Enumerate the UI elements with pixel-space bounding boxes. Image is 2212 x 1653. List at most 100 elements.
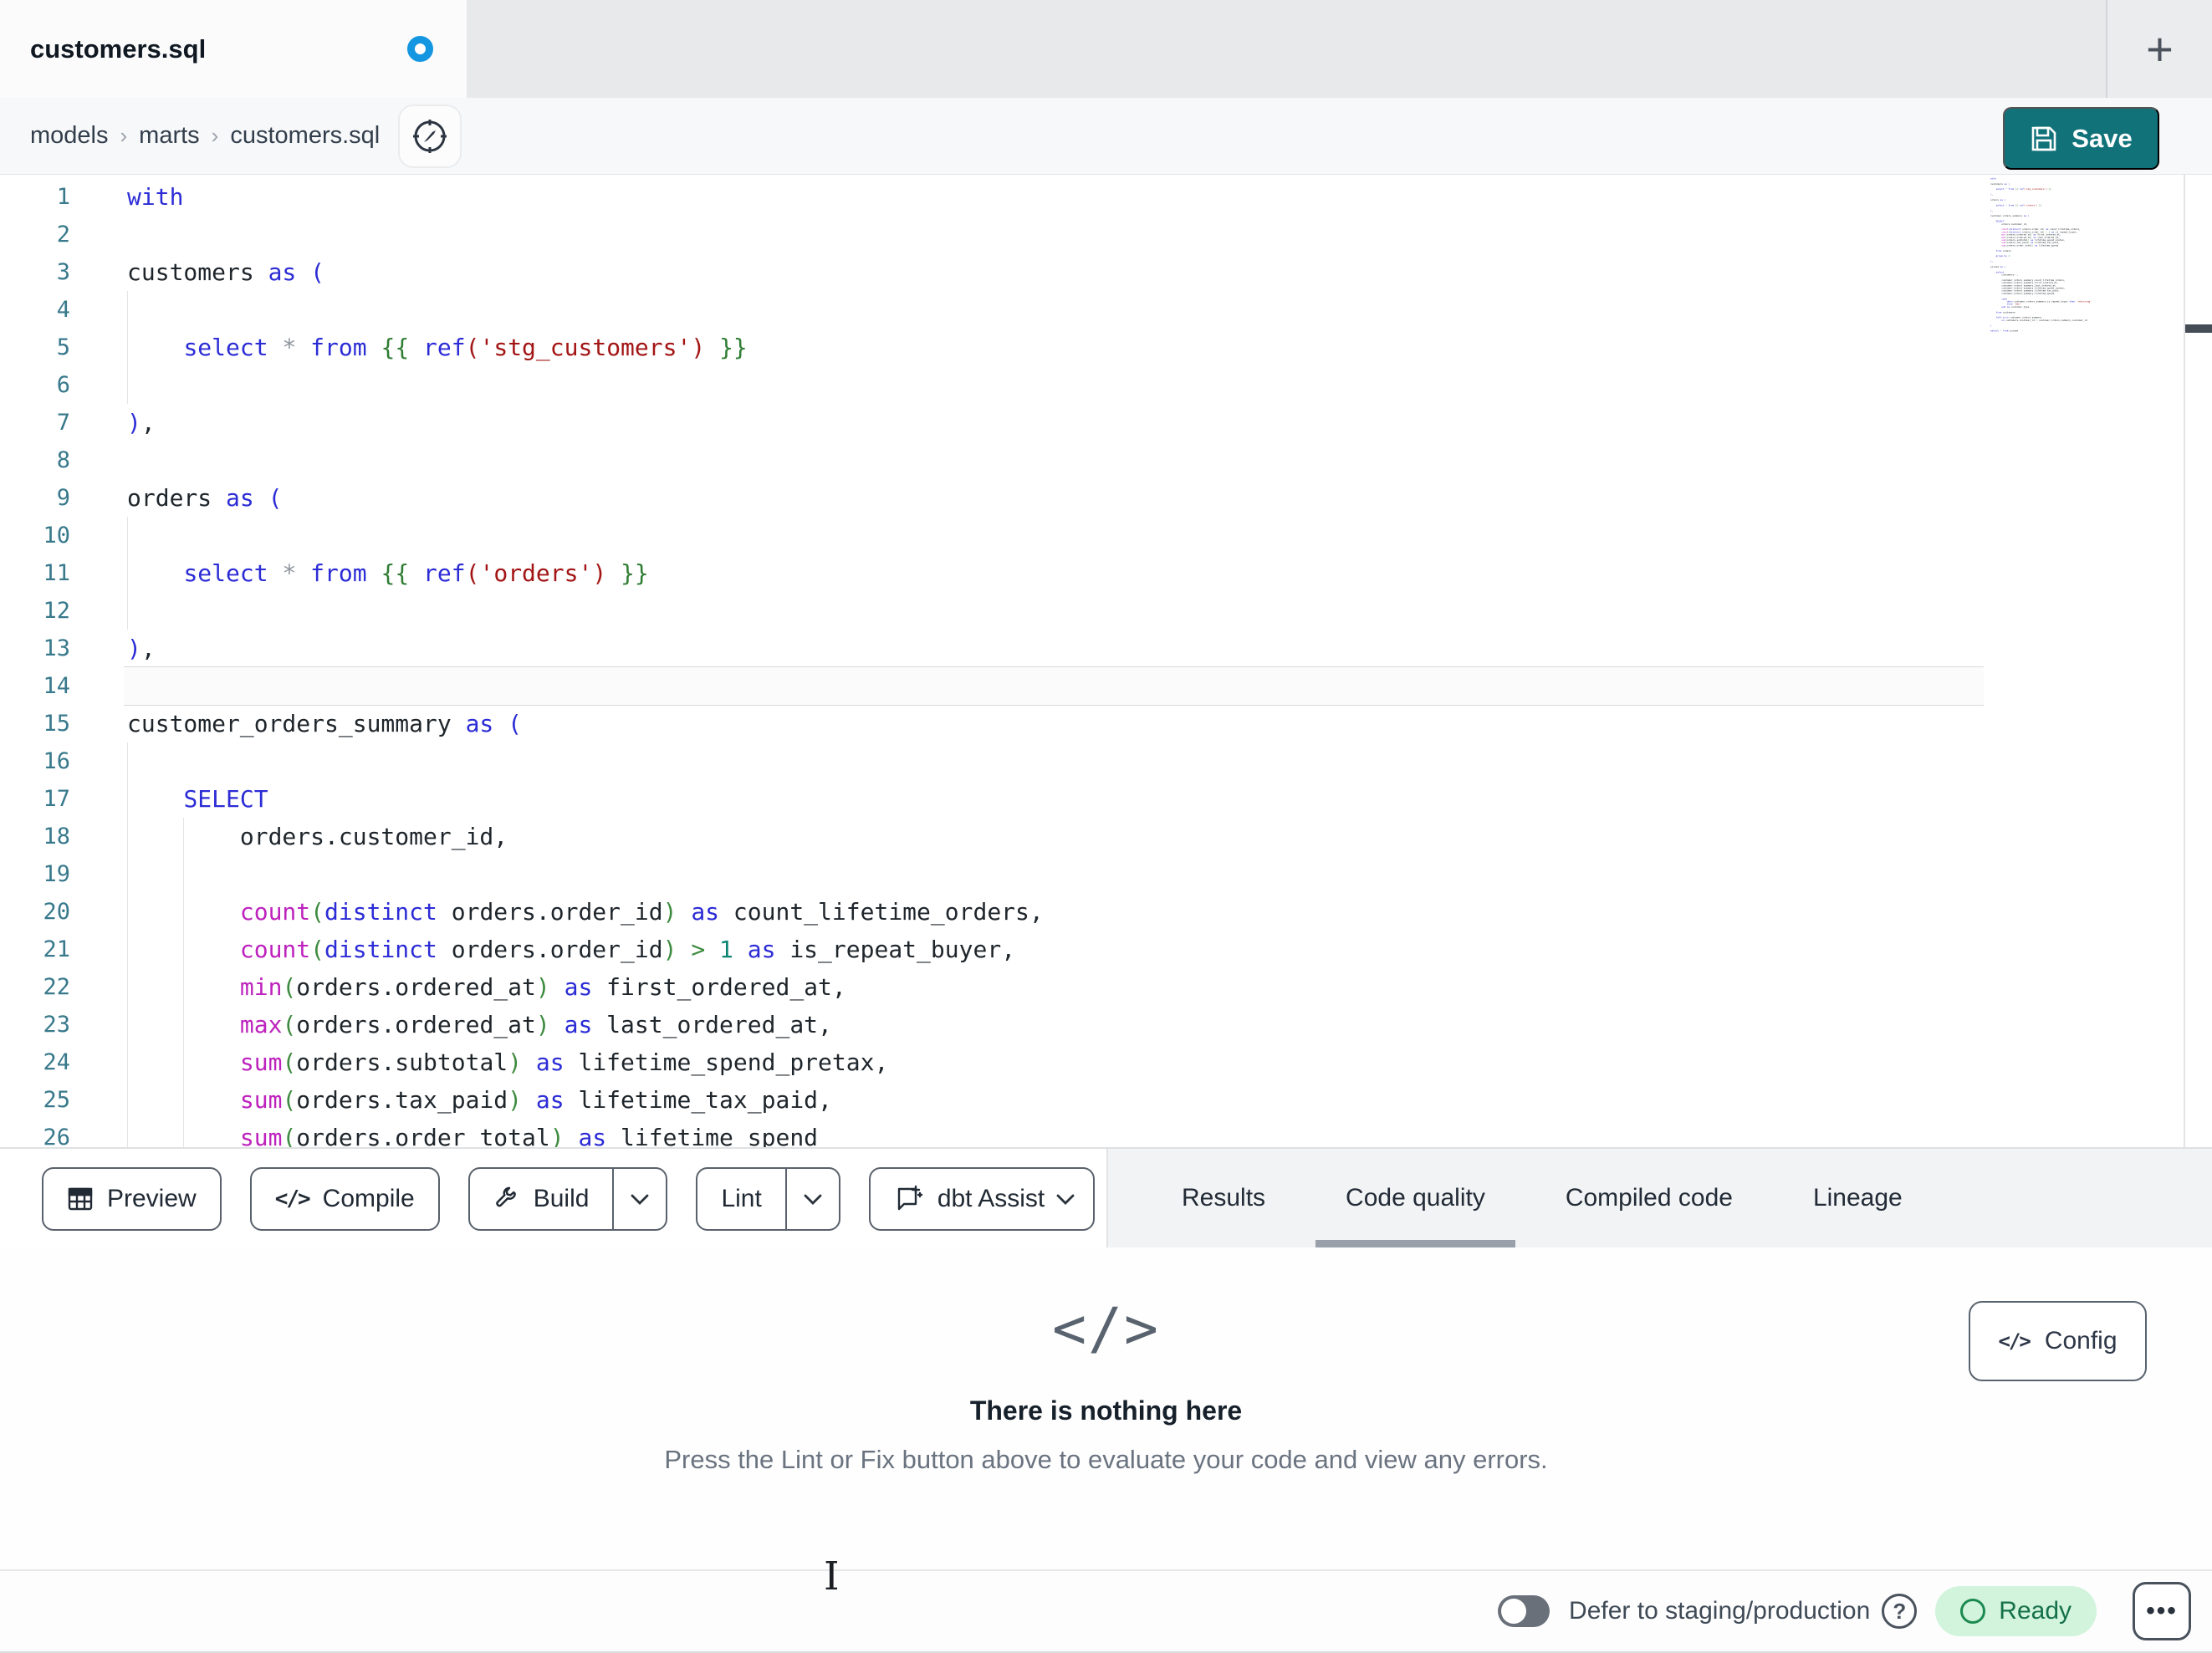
code-line[interactable] (127, 216, 1044, 253)
code-quality-panel: </> Config </> There is nothing here Pre… (0, 1247, 2212, 1569)
code-line[interactable]: sum(orders.subtotal) as lifetime_spend_p… (127, 1043, 1044, 1081)
preview-label: Preview (107, 1185, 197, 1212)
dbt-assist-dropdown[interactable] (1051, 1169, 1093, 1229)
dbt-ide-window: customers.sql + models › marts › custome… (0, 0, 2212, 1653)
chevron-down-icon (631, 1194, 649, 1205)
code-line[interactable] (127, 592, 1044, 630)
code-line[interactable]: SELECT (127, 780, 1044, 818)
breadcrumb-separator: › (120, 123, 128, 148)
code-line[interactable]: select * from {{ ref('stg_customers') }} (127, 329, 1044, 366)
lint-split-button: Lint (696, 1167, 840, 1231)
tab-results[interactable]: Results (1152, 1149, 1295, 1247)
minimap-divider (2184, 175, 2185, 1147)
wrench-icon (493, 1186, 520, 1212)
lint-button[interactable]: Lint (697, 1169, 784, 1229)
tab-title: customers.sql (30, 33, 207, 64)
editor-action-bar: Preview </> Compile Build Lint dbt Assis… (0, 1147, 2212, 1247)
ready-label: Ready (1999, 1597, 2072, 1625)
line-number: 19 (43, 861, 70, 887)
line-number: 12 (43, 598, 70, 624)
line-number: 21 (43, 936, 70, 962)
line-number: 11 (43, 560, 70, 586)
breadcrumb: models › marts › customers.sql (30, 122, 380, 150)
code-line[interactable] (127, 441, 1044, 479)
build-button[interactable]: Build (470, 1169, 613, 1229)
code-line[interactable]: ), (127, 404, 1044, 441)
compass-icon (410, 116, 450, 156)
assist-chat-sparkle-icon (894, 1184, 924, 1214)
code-line[interactable]: count(distinct orders.order_id) as count… (127, 893, 1044, 931)
build-split-button: Build (467, 1167, 668, 1231)
line-number: 3 (56, 259, 70, 285)
line-number: 23 (43, 1012, 70, 1038)
code-line[interactable] (127, 667, 1044, 705)
help-icon[interactable]: ? (1882, 1594, 1918, 1629)
code-line[interactable]: orders.customer_id, (127, 818, 1044, 855)
action-buttons: Preview </> Compile Build Lint dbt Assis… (0, 1149, 1106, 1249)
editor-tab-bar: customers.sql + (0, 0, 2212, 98)
line-number: 14 (43, 673, 70, 699)
line-number: 20 (43, 899, 70, 925)
code-line[interactable]: count(distinct orders.order_id) > 1 as i… (127, 931, 1044, 968)
line-number: 10 (43, 523, 70, 548)
line-number-gutter: 1 2 3 4 5 6 7 8 9 10 11 12 13 14 15 16 17 18 19 20 21 22 23 24 2… (0, 178, 70, 1147)
line-number: 7 (56, 410, 70, 436)
tab-lineage[interactable]: Lineage (1783, 1149, 1933, 1247)
minimap-code: with customers as ( select * from {{ ref… (1990, 177, 2092, 333)
defer-label: Defer to staging/production (1569, 1597, 1871, 1625)
compile-button[interactable]: </> Compile (249, 1167, 440, 1231)
breadcrumb-separator: › (211, 123, 219, 148)
build-label: Build (533, 1185, 590, 1212)
defer-toggle[interactable] (1498, 1595, 1550, 1627)
code-line[interactable]: customer_orders_summary as ( (127, 705, 1044, 742)
code-line[interactable] (127, 366, 1044, 404)
code-line[interactable]: with (127, 178, 1044, 216)
tab-customers-sql[interactable]: customers.sql (0, 0, 467, 98)
lint-dropdown-button[interactable] (784, 1169, 839, 1229)
scrollbar-marker[interactable] (2185, 324, 2212, 333)
more-options-button[interactable]: ••• (2133, 1582, 2191, 1640)
preview-button[interactable]: Preview (42, 1167, 222, 1231)
line-number: 22 (43, 974, 70, 1000)
line-number: 18 (43, 824, 70, 849)
code-line[interactable]: orders as ( (127, 479, 1044, 517)
new-tab-button[interactable]: + (2146, 25, 2174, 73)
tab-code-quality[interactable]: Code quality (1315, 1149, 1515, 1247)
code-line[interactable] (127, 855, 1044, 893)
dbt-assist-button[interactable]: dbt Assist (868, 1167, 1096, 1231)
breadcrumb-models[interactable]: models (30, 122, 109, 150)
editor-minimap[interactable]: with customers as ( select * from {{ ref… (1990, 177, 2183, 813)
line-number: 4 (56, 297, 70, 323)
save-button[interactable]: Save (2003, 107, 2159, 170)
status-circle-icon (1960, 1599, 1986, 1624)
code-line[interactable] (127, 517, 1044, 554)
status-bar: Defer to staging/production ? Ready ••• (0, 1569, 2212, 1653)
unsaved-changes-dot-icon (407, 36, 433, 62)
line-number: 13 (43, 635, 70, 661)
build-dropdown-button[interactable] (612, 1169, 666, 1229)
code-line[interactable]: min(orders.ordered_at) as first_ordered_… (127, 968, 1044, 1006)
tab-compiled-code[interactable]: Compiled code (1535, 1149, 1763, 1247)
code-brackets-icon: </> (1052, 1296, 1160, 1362)
code-line[interactable]: sum(orders.tax_paid) as lifetime_tax_pai… (127, 1081, 1044, 1119)
chevron-down-icon (1056, 1194, 1075, 1205)
navigate-compass-button[interactable] (398, 104, 462, 168)
line-number: 26 (43, 1125, 70, 1147)
breadcrumb-marts[interactable]: marts (139, 122, 200, 150)
line-number: 9 (56, 485, 70, 511)
code-line[interactable] (127, 742, 1044, 780)
code-lines[interactable]: with customers as ( select * from {{ ref… (127, 178, 1044, 1147)
code-line[interactable]: select * from {{ ref('orders') }} (127, 554, 1044, 592)
line-number: 5 (56, 334, 70, 360)
table-icon (67, 1186, 94, 1212)
lint-label: Lint (721, 1185, 762, 1212)
line-number: 6 (56, 372, 70, 398)
code-editor[interactable]: 1 2 3 4 5 6 7 8 9 10 11 12 13 14 15 16 17 18 19 20 21 22 23 24 2… (0, 175, 2212, 1147)
line-number: 8 (56, 447, 70, 473)
indent-guide (127, 742, 128, 1147)
code-line[interactable] (127, 291, 1044, 329)
code-line[interactable]: max(orders.ordered_at) as last_ordered_a… (127, 1006, 1044, 1043)
code-line[interactable]: sum(orders.order_total) as lifetime_spen… (127, 1119, 1044, 1147)
code-line[interactable]: customers as ( (127, 253, 1044, 291)
code-line[interactable]: ), (127, 630, 1044, 667)
